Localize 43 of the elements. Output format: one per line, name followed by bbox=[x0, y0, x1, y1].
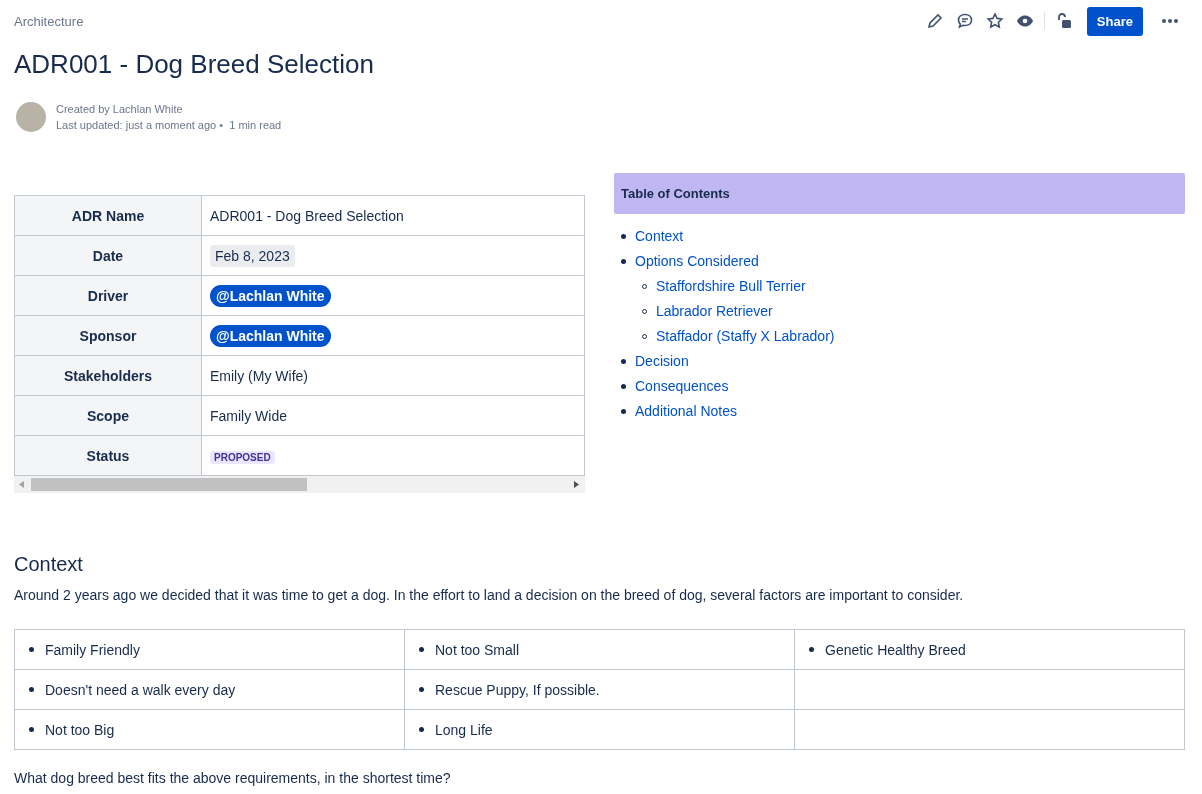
toc-header: Table of Contents bbox=[614, 173, 1185, 214]
status-lozenge: PROPOSED bbox=[210, 450, 275, 464]
property-value: Emily (My Wife) bbox=[210, 367, 308, 384]
paragraph: Around 2 years ago we decided that it was time to get a dog. In the effort to land a decision on the breed of dog, several factors are important to consider. bbox=[14, 586, 965, 605]
paragraph: What dog breed best fits the above requirements, in the shortest time? bbox=[14, 769, 452, 788]
last-updated-text: Last updated: just a moment ago bbox=[56, 119, 217, 131]
separator-dot: • bbox=[219, 119, 224, 131]
user-mention[interactable]: @Lachlan White bbox=[210, 284, 331, 307]
created-by-text: Created by Lachlan White bbox=[56, 102, 184, 117]
toc-link[interactable]: Labrador Retriever bbox=[656, 303, 773, 319]
scroll-right-icon[interactable] bbox=[574, 481, 579, 488]
section-heading: Context bbox=[14, 552, 84, 577]
property-value: Family Wide bbox=[210, 407, 287, 424]
toc-link[interactable]: Consequences bbox=[635, 378, 729, 394]
toc-link[interactable]: Staffordshire Bull Terrier bbox=[656, 278, 806, 294]
requirement-item: Not too Small bbox=[435, 641, 520, 658]
share-button[interactable]: Share bbox=[1086, 6, 1143, 36]
property-label: Stakeholders bbox=[14, 355, 202, 396]
property-label: Scope bbox=[14, 395, 202, 436]
property-label: Sponsor bbox=[14, 315, 202, 356]
user-mention[interactable]: @Lachlan White bbox=[210, 324, 331, 347]
requirement-item: Doesn't need a walk every day bbox=[45, 681, 236, 698]
toc-link[interactable]: Additional Notes bbox=[635, 403, 737, 419]
toc-link[interactable]: Staffador (Staffy X Labrador) bbox=[656, 328, 835, 344]
toc-link[interactable]: Decision bbox=[635, 353, 689, 369]
requirement-item: Not too Big bbox=[45, 721, 115, 738]
requirement-item: Long Life bbox=[435, 721, 493, 738]
breadcrumb-link[interactable]: Architecture bbox=[14, 13, 84, 29]
requirement-item: Family Friendly bbox=[45, 641, 140, 658]
page-title: ADR001 - Dog Breed Selection bbox=[14, 48, 375, 81]
property-value: ADR001 - Dog Breed Selection bbox=[210, 207, 404, 224]
read-time-text: 1 min read bbox=[229, 119, 282, 131]
property-label: Driver bbox=[14, 275, 202, 316]
toc-link[interactable]: Context bbox=[635, 228, 684, 244]
toc-link[interactable]: Options Considered bbox=[635, 253, 759, 269]
horizontal-scrollbar[interactable] bbox=[14, 476, 585, 493]
property-label: Date bbox=[14, 235, 202, 276]
property-label: ADR Name bbox=[14, 195, 202, 236]
avatar bbox=[16, 102, 46, 132]
date-chip: Feb 8, 2023 bbox=[210, 244, 295, 267]
requirement-item: Genetic Healthy Breed bbox=[825, 641, 966, 658]
requirement-item: Rescue Puppy, If possible. bbox=[435, 681, 600, 698]
property-label: Status bbox=[14, 435, 202, 476]
